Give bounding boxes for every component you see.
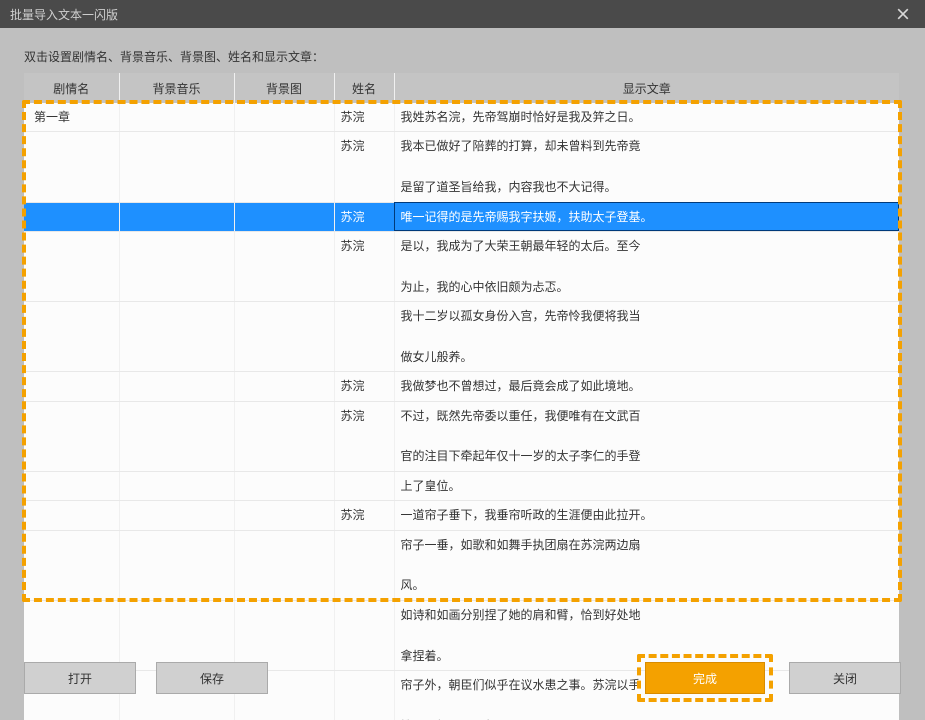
cell-music[interactable] bbox=[119, 471, 234, 500]
cell-bgimg[interactable] bbox=[234, 401, 334, 471]
cell-article[interactable]: 我本已做好了陪葬的打算，却未曾料到先帝竟 是留了道圣旨给我，内容我也不大记得。 bbox=[394, 132, 899, 202]
cell-role[interactable]: 苏浣 bbox=[334, 103, 394, 132]
cell-role[interactable]: 苏浣 bbox=[334, 132, 394, 202]
cell-scene[interactable] bbox=[24, 231, 119, 301]
cell-scene[interactable] bbox=[24, 471, 119, 500]
table-row[interactable]: 苏浣一道帘子垂下，我垂帘听政的生涯便由此拉开。 bbox=[24, 501, 899, 530]
cell-role[interactable] bbox=[334, 471, 394, 500]
open-button[interactable]: 打开 bbox=[24, 662, 136, 694]
cell-music[interactable] bbox=[119, 530, 234, 600]
cell-article[interactable]: 一道帘子垂下，我垂帘听政的生涯便由此拉开。 bbox=[394, 501, 899, 530]
close-button[interactable]: 关闭 bbox=[789, 662, 901, 694]
cell-article[interactable]: 是以，我成为了大荣王朝最年轻的太后。至今 为止，我的心中依旧颇为忐忑。 bbox=[394, 231, 899, 301]
close-icon[interactable] bbox=[889, 0, 917, 28]
cell-scene[interactable] bbox=[24, 530, 119, 600]
cell-music[interactable] bbox=[119, 202, 234, 231]
cell-music[interactable] bbox=[119, 103, 234, 132]
table-row[interactable]: 第一章 苏浣我姓苏名浣，先帝驾崩时恰好是我及笄之日。 bbox=[24, 103, 899, 132]
table-row[interactable]: 苏浣唯一记得的是先帝赐我字扶姬，扶助太子登基。 bbox=[24, 202, 899, 231]
col-header-scene[interactable]: 剧情名 bbox=[24, 73, 119, 103]
cell-bgimg[interactable] bbox=[234, 530, 334, 600]
cell-role[interactable] bbox=[334, 530, 394, 600]
dialog-body: 双击设置剧情名、背景音乐、背景图、姓名和显示文章： 剧情名 背景音乐 背景图 姓… bbox=[0, 28, 925, 720]
table-header-row: 剧情名 背景音乐 背景图 姓名 显示文章 bbox=[24, 73, 899, 103]
window-title: 批量导入文本一闪版 bbox=[10, 6, 118, 23]
table-container: 剧情名 背景音乐 背景图 姓名 显示文章 第一章苏浣我姓苏名浣，先帝驾崩时恰好是… bbox=[24, 73, 899, 720]
table-row[interactable]: 苏浣我本已做好了陪葬的打算，却未曾料到先帝竟 是留了道圣旨给我，内容我也不大记得… bbox=[24, 132, 899, 202]
table-row[interactable]: 上了皇位。 bbox=[24, 471, 899, 500]
titlebar: 批量导入文本一闪版 bbox=[0, 0, 925, 28]
cell-role[interactable]: 苏浣 bbox=[334, 501, 394, 530]
cell-scene[interactable] bbox=[24, 401, 119, 471]
cell-scene[interactable] bbox=[24, 202, 119, 231]
cell-scene[interactable]: 第一章 bbox=[24, 103, 119, 132]
cell-article[interactable]: 我十二岁以孤女身份入宫，先帝怜我便将我当 做女儿般养。 bbox=[394, 302, 899, 372]
col-header-music[interactable]: 背景音乐 bbox=[119, 73, 234, 103]
instruction-text: 双击设置剧情名、背景音乐、背景图、姓名和显示文章： bbox=[24, 48, 901, 65]
cell-role[interactable]: 苏浣 bbox=[334, 401, 394, 471]
import-table[interactable]: 剧情名 背景音乐 背景图 姓名 显示文章 第一章苏浣我姓苏名浣，先帝驾崩时恰好是… bbox=[24, 73, 899, 720]
cell-article[interactable]: 我做梦也不曾想过，最后竟会成了如此境地。 bbox=[394, 372, 899, 401]
cell-bgimg[interactable] bbox=[234, 202, 334, 231]
cell-bgimg[interactable] bbox=[234, 132, 334, 202]
cell-article[interactable]: 唯一记得的是先帝赐我字扶姬，扶助太子登基。 bbox=[394, 202, 899, 231]
cell-music[interactable] bbox=[119, 302, 234, 372]
table-row[interactable]: 帘子一垂，如歌和如舞手执团扇在苏浣两边扇 风。 bbox=[24, 530, 899, 600]
cell-bgimg[interactable] bbox=[234, 471, 334, 500]
footer: 打开 保存 完成 关闭 bbox=[0, 650, 925, 720]
table-row[interactable]: 我十二岁以孤女身份入宫，先帝怜我便将我当 做女儿般养。 bbox=[24, 302, 899, 372]
cell-scene[interactable] bbox=[24, 302, 119, 372]
cell-article[interactable]: 上了皇位。 bbox=[394, 471, 899, 500]
cell-article[interactable]: 不过，既然先帝委以重任，我便唯有在文武百 官的注目下牵起年仅十一岁的太子李仁的手… bbox=[394, 401, 899, 471]
table-row[interactable]: 苏浣是以，我成为了大荣王朝最年轻的太后。至今 为止，我的心中依旧颇为忐忑。 bbox=[24, 231, 899, 301]
cell-scene[interactable] bbox=[24, 372, 119, 401]
cell-bgimg[interactable] bbox=[234, 501, 334, 530]
save-button[interactable]: 保存 bbox=[156, 662, 268, 694]
cell-music[interactable] bbox=[119, 372, 234, 401]
cell-scene[interactable] bbox=[24, 132, 119, 202]
cell-role[interactable]: 苏浣 bbox=[334, 372, 394, 401]
table-row[interactable]: 苏浣不过，既然先帝委以重任，我便唯有在文武百 官的注目下牵起年仅十一岁的太子李仁… bbox=[24, 401, 899, 471]
cell-bgimg[interactable] bbox=[234, 302, 334, 372]
cell-article[interactable]: 帘子一垂，如歌和如舞手执团扇在苏浣两边扇 风。 bbox=[394, 530, 899, 600]
col-header-bgimg[interactable]: 背景图 bbox=[234, 73, 334, 103]
cell-music[interactable] bbox=[119, 231, 234, 301]
cell-article[interactable]: 我姓苏名浣，先帝驾崩时恰好是我及笄之日。 bbox=[394, 103, 899, 132]
cell-scene[interactable] bbox=[24, 501, 119, 530]
col-header-role[interactable]: 姓名 bbox=[334, 73, 394, 103]
cell-role[interactable]: 苏浣 bbox=[334, 202, 394, 231]
cell-music[interactable] bbox=[119, 401, 234, 471]
cell-role[interactable] bbox=[334, 302, 394, 372]
table-row[interactable]: 苏浣我做梦也不曾想过，最后竟会成了如此境地。 bbox=[24, 372, 899, 401]
cell-bgimg[interactable] bbox=[234, 372, 334, 401]
done-button[interactable]: 完成 bbox=[645, 662, 765, 694]
cell-music[interactable] bbox=[119, 132, 234, 202]
cell-bgimg[interactable] bbox=[234, 231, 334, 301]
cell-role[interactable]: 苏浣 bbox=[334, 231, 394, 301]
col-header-article[interactable]: 显示文章 bbox=[394, 73, 899, 103]
cell-bgimg[interactable] bbox=[234, 103, 334, 132]
cell-music[interactable] bbox=[119, 501, 234, 530]
